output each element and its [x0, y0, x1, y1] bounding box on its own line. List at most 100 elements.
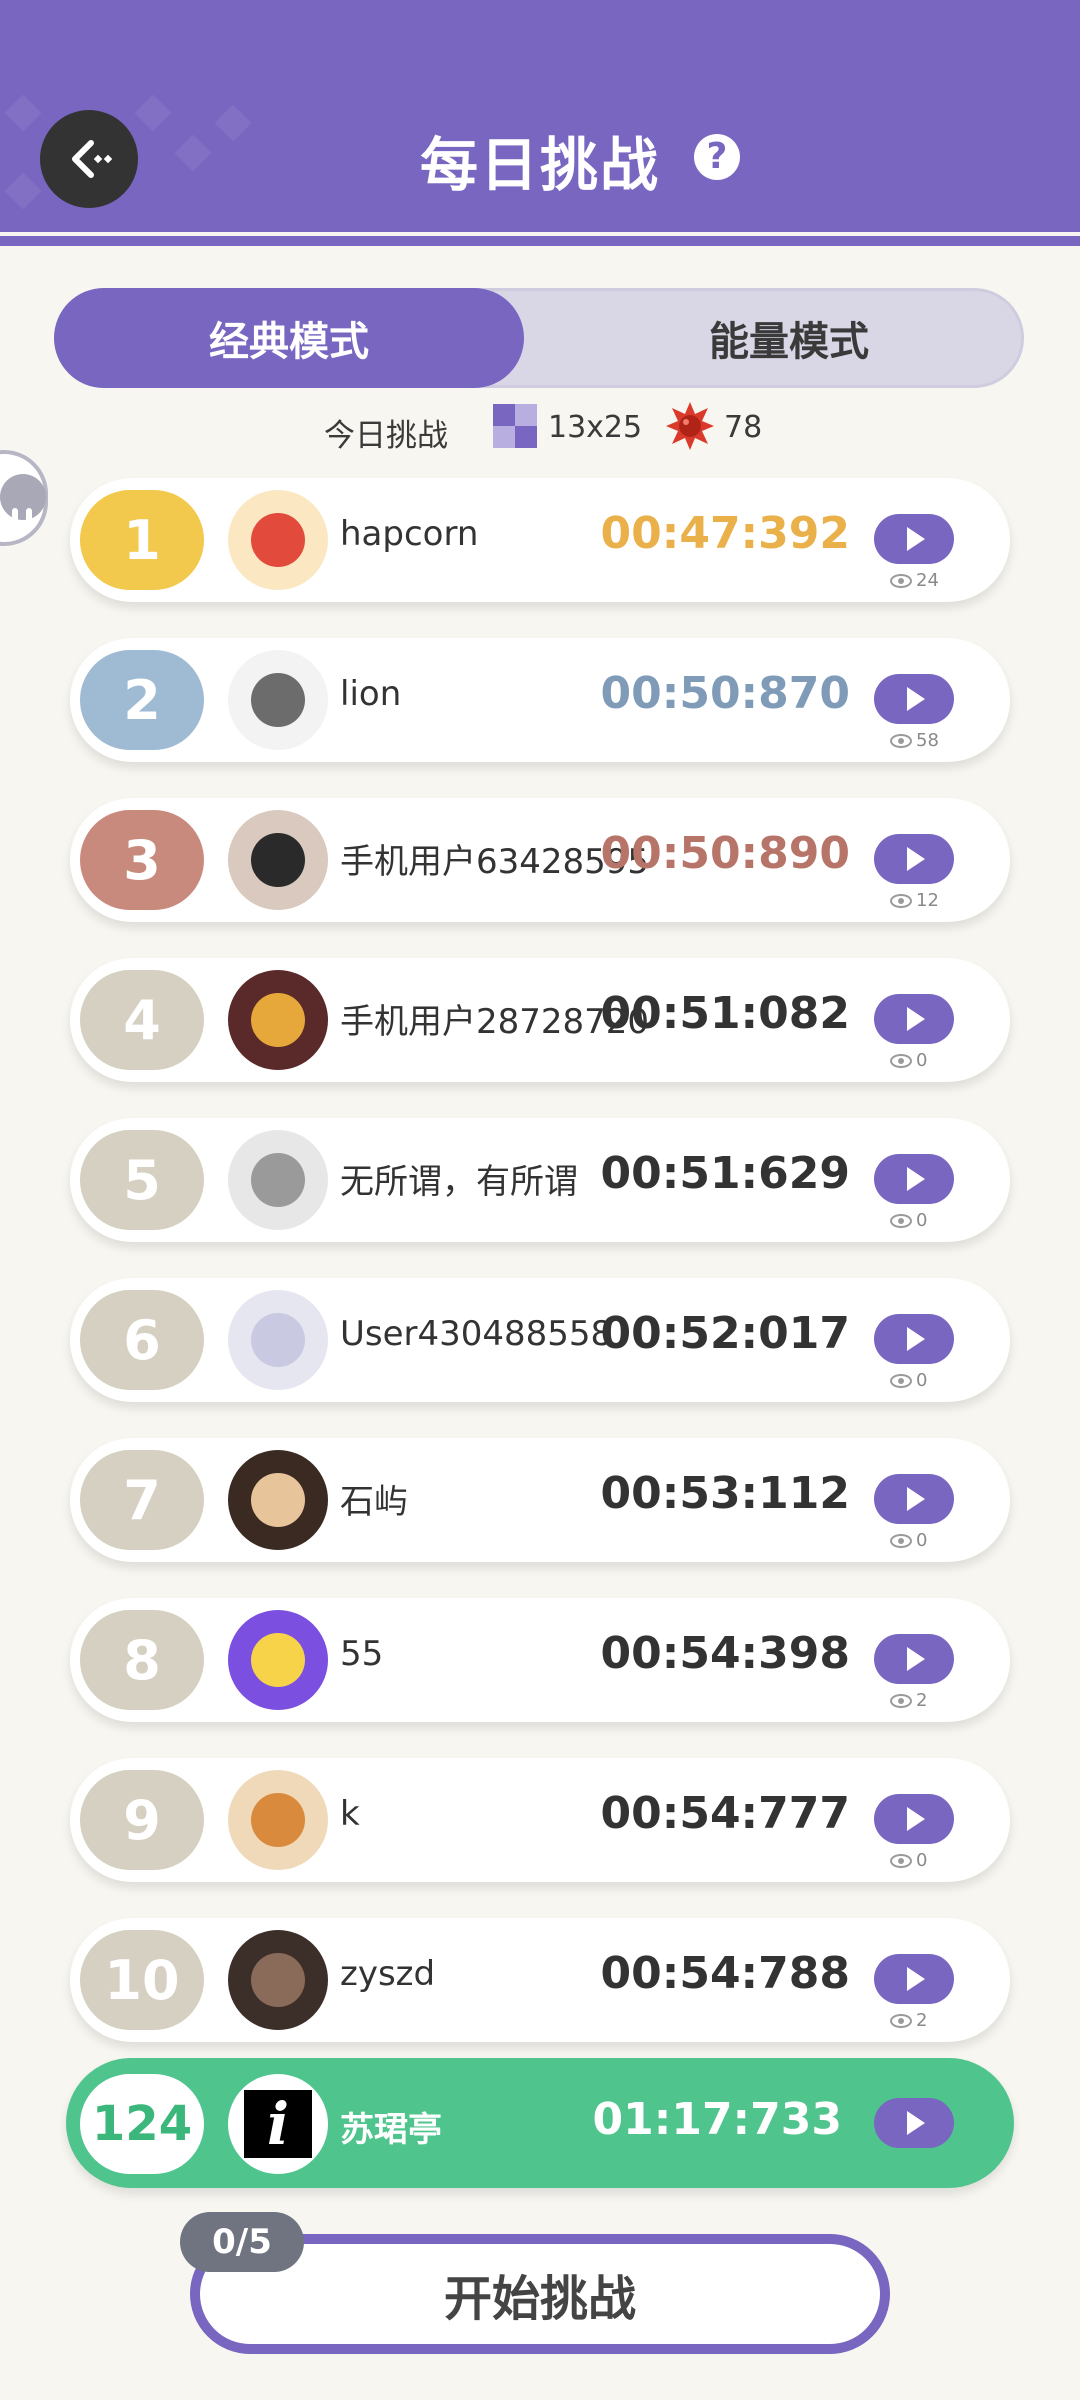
replay-button[interactable] — [874, 834, 954, 884]
play-icon — [907, 1327, 925, 1351]
play-icon — [907, 1647, 925, 1671]
board-size: 13x25 — [548, 410, 643, 445]
rank-badge: 8 — [80, 1610, 204, 1710]
eye-icon — [890, 733, 912, 748]
replay-button[interactable] — [874, 1954, 954, 2004]
completion-time: 00:54:398 — [600, 1628, 851, 1679]
rank-badge: 6 — [80, 1290, 204, 1390]
view-count-value: 24 — [916, 570, 939, 591]
replay-button[interactable] — [874, 1314, 954, 1364]
photo-avatar — [228, 1130, 328, 1230]
eye-icon — [890, 1053, 912, 1068]
eye-icon — [890, 1853, 912, 1868]
mine-icon — [666, 402, 714, 450]
tab-classic-mode[interactable]: 经典模式 — [54, 288, 524, 388]
leaderboard-row: 2 lion 00:50:870 58 — [70, 638, 1010, 762]
avatar-figure — [251, 1153, 305, 1207]
view-count-value: 2 — [916, 1690, 928, 1711]
rank-badge: 7 — [80, 1450, 204, 1550]
replay-button[interactable] — [874, 1634, 954, 1684]
player-name: 55 — [340, 1634, 384, 1674]
completion-time: 00:47:392 — [600, 508, 851, 559]
tab-energy-mode[interactable]: 能量模式 — [554, 288, 1024, 388]
mine-count: 78 — [724, 410, 763, 445]
completion-time: 00:51:082 — [600, 988, 851, 1039]
rank-badge: 4 — [80, 970, 204, 1070]
dog-avatar — [228, 1770, 328, 1870]
cat-avatar — [228, 1450, 328, 1550]
player-name: 无所谓，有所谓 — [340, 1162, 578, 1202]
help-icon[interactable]: ? — [694, 134, 740, 180]
page-title: 每日挑战 — [419, 131, 660, 199]
replay-button[interactable] — [874, 514, 954, 564]
eye-icon — [890, 1693, 912, 1708]
eye-icon — [890, 573, 912, 588]
popcorn-avatar — [228, 490, 328, 590]
completion-time: 00:53:112 — [600, 1468, 851, 1519]
completion-time: 00:50:890 — [600, 828, 851, 879]
view-count-value: 0 — [916, 1050, 928, 1071]
cartoon-avatar — [228, 1610, 328, 1710]
avatar-figure — [251, 1633, 305, 1687]
view-count: 0 — [890, 1530, 927, 1551]
avatar-figure — [251, 1953, 305, 2007]
leaderboard-row: 8 55 00:54:398 2 — [70, 1598, 1010, 1722]
view-count-value: 12 — [916, 890, 939, 911]
play-icon — [907, 1167, 925, 1191]
leaderboard-row: 5 无所谓，有所谓 00:51:629 0 — [70, 1118, 1010, 1242]
player-name: k — [340, 1794, 360, 1834]
view-count: 0 — [890, 1370, 927, 1391]
completion-time: 00:50:870 — [600, 668, 851, 719]
play-icon — [907, 2111, 925, 2135]
view-count-value: 0 — [916, 1210, 928, 1231]
eye-icon — [890, 2013, 912, 2028]
replay-button[interactable] — [874, 674, 954, 724]
rank-badge: 10 — [80, 1930, 204, 2030]
play-icon — [907, 1967, 925, 1991]
replay-button[interactable] — [874, 1794, 954, 1844]
view-count-value: 58 — [916, 730, 939, 751]
mascot-icon — [0, 474, 46, 522]
bear-avatar — [228, 650, 328, 750]
view-count: 0 — [890, 1850, 927, 1871]
doll-avatar — [228, 1930, 328, 2030]
replay-button[interactable] — [874, 994, 954, 1044]
avatar-figure — [251, 1473, 305, 1527]
leaderboard-row: 10 zyszd 00:54:788 2 — [70, 1918, 1010, 2042]
my-name: 苏珺亭 — [340, 2110, 442, 2150]
my-rank-row: 124 i 苏珺亭 01:17:733 — [66, 2058, 1014, 2188]
eye-icon — [890, 1533, 912, 1548]
replay-button[interactable] — [874, 1474, 954, 1524]
replay-button[interactable] — [874, 1154, 954, 1204]
rank-badge: 2 — [80, 650, 204, 750]
completion-time: 00:51:629 — [600, 1148, 851, 1199]
leaderboard-row: 9 k 00:54:777 0 — [70, 1758, 1010, 1882]
view-count: 2 — [890, 1690, 927, 1711]
rank-badge: 3 — [80, 810, 204, 910]
rank-badge: 9 — [80, 1770, 204, 1870]
view-count-value: 0 — [916, 1530, 928, 1551]
player-name: hapcorn — [340, 514, 479, 554]
board-grid-icon — [493, 404, 537, 448]
avatar-figure — [251, 833, 305, 887]
view-count: 12 — [890, 890, 939, 911]
attempts-badge: 0/5 — [180, 2212, 304, 2272]
play-icon — [907, 527, 925, 551]
girl-avatar — [228, 970, 328, 1070]
header-divider — [0, 236, 1080, 246]
play-icon — [907, 1807, 925, 1831]
player-name: lion — [340, 674, 402, 714]
eye-icon — [890, 1213, 912, 1228]
view-count: 0 — [890, 1050, 927, 1071]
leaderboard-row: 1 hapcorn 00:47:392 24 — [70, 478, 1010, 602]
my-replay-button[interactable] — [874, 2098, 954, 2148]
my-time: 01:17:733 — [592, 2094, 843, 2145]
avatar-figure — [251, 1313, 305, 1367]
leaderboard-row: 7 石屿 00:53:112 0 — [70, 1438, 1010, 1562]
eye-icon — [890, 1373, 912, 1388]
completion-time: 00:54:777 — [600, 1788, 851, 1839]
side-drawer-handle[interactable] — [0, 450, 48, 546]
view-count: 58 — [890, 730, 939, 751]
view-count-value: 0 — [916, 1370, 928, 1391]
completion-time: 00:54:788 — [600, 1948, 851, 1999]
